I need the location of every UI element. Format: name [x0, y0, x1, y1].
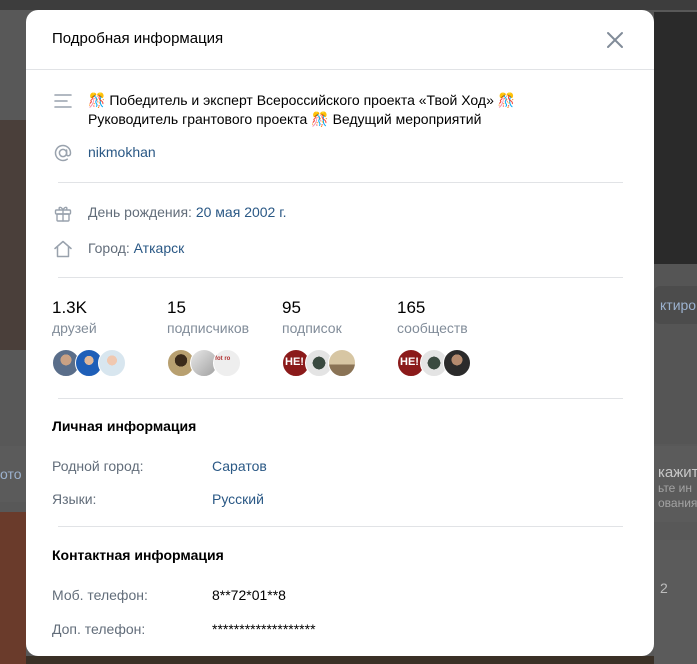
friends-avatars	[52, 349, 162, 377]
background-right-block: кажит ьте ин ования	[654, 446, 697, 522]
status-row: 🎊 Победитель и эксперт Всероссийского пр…	[52, 90, 515, 129]
communities-avatars: НЕ!	[397, 349, 507, 377]
status-text: 🎊 Победитель и эксперт Всероссийского пр…	[88, 91, 515, 129]
background-top-bar	[0, 0, 697, 10]
status-emoji-3: 🎊	[311, 111, 329, 127]
stat-label: подписчиков	[167, 320, 250, 336]
contact-info-title: Контактная информация	[52, 547, 224, 563]
divider-2	[58, 277, 623, 278]
stat-subscriptions[interactable]: 95 подписок НЕ!	[282, 298, 392, 377]
personal-info-title: Личная информация	[52, 418, 197, 434]
background-cover-photo	[654, 12, 697, 264]
background-profile-photo	[0, 120, 26, 350]
city-label: Город:	[88, 240, 130, 256]
stat-followers[interactable]: 15 подписчиков fot ro	[167, 298, 277, 377]
hometown-label: Родной город:	[52, 458, 144, 474]
extra-phone-value: *******************	[212, 621, 316, 637]
avatar[interactable]	[98, 349, 126, 377]
followers-avatars: fot ro	[167, 349, 277, 377]
status-line-2b: Ведущий мероприятий	[332, 111, 482, 127]
home-icon	[54, 240, 72, 258]
birthday-link[interactable]: 20 мая 2002 г.	[196, 204, 287, 220]
username-link[interactable]: nikmokhan	[88, 144, 156, 160]
background-right-title: кажит	[658, 464, 697, 481]
stat-friends[interactable]: 1.3K друзей	[52, 298, 162, 377]
stat-count: 15	[167, 298, 186, 317]
city-row: Город: Аткарск	[52, 238, 184, 260]
modal-header: Подробная информация	[26, 10, 654, 70]
avatar[interactable]: fot ro	[213, 349, 241, 377]
text-lines-icon	[54, 94, 72, 108]
avatar-badge-text: НЕ!	[285, 356, 304, 368]
stat-communities[interactable]: 165 сообществ НЕ!	[397, 298, 507, 377]
languages-link[interactable]: Русский	[212, 491, 264, 507]
status-emoji-2: 🎊	[497, 92, 516, 108]
close-icon	[607, 32, 623, 48]
background-left-block: ото	[0, 446, 26, 502]
languages-label: Языки:	[52, 491, 97, 507]
extra-phone-label: Доп. телефон:	[52, 621, 146, 637]
divider-3	[58, 398, 623, 399]
username-row: nikmokhan	[52, 142, 156, 164]
mobile-value: 8**72*01**8	[212, 587, 286, 603]
subscriptions-avatars: НЕ!	[282, 349, 392, 377]
stat-count: 95	[282, 298, 301, 317]
avatar-badge-text: НЕ!	[400, 356, 419, 368]
close-button[interactable]	[604, 29, 626, 51]
stat-count: 1.3K	[52, 298, 87, 317]
gift-icon	[54, 206, 72, 222]
background-bottom-strip	[26, 656, 654, 664]
stat-label: сообществ	[397, 320, 468, 336]
background-right-sub1: ьте ин	[658, 481, 693, 495]
status-emoji-1: 🎊	[88, 92, 106, 108]
modal-title: Подробная информация	[52, 30, 224, 47]
details-modal: Подробная информация 🎊 Победитель и эксп…	[26, 10, 654, 656]
divider-1	[58, 182, 623, 183]
city-link[interactable]: Аткарск	[134, 240, 185, 256]
birthday-row: День рождения: 20 мая 2002 г.	[52, 202, 287, 224]
status-line-1: Победитель и эксперт Всероссийского прое…	[109, 92, 494, 108]
avatar[interactable]	[443, 349, 471, 377]
status-line-2a: Руководитель грантового проекта	[88, 111, 308, 127]
avatar[interactable]	[328, 349, 356, 377]
stat-count: 165	[397, 298, 426, 317]
hometown-link[interactable]: Саратов	[212, 458, 267, 474]
background-right-bottom: 2	[654, 540, 697, 664]
stat-label: друзей	[52, 320, 97, 336]
divider-4	[58, 526, 623, 527]
background-right-sub2: ования	[658, 496, 697, 510]
birthday-label: День рождения:	[88, 204, 192, 220]
background-edit-button: ктиро	[654, 286, 697, 324]
avatar-badge-text: fot ro	[215, 356, 231, 362]
background-left-photo	[0, 512, 26, 664]
mobile-label: Моб. телефон:	[52, 587, 148, 603]
stat-label: подписок	[282, 320, 342, 336]
at-sign-icon	[54, 144, 72, 162]
